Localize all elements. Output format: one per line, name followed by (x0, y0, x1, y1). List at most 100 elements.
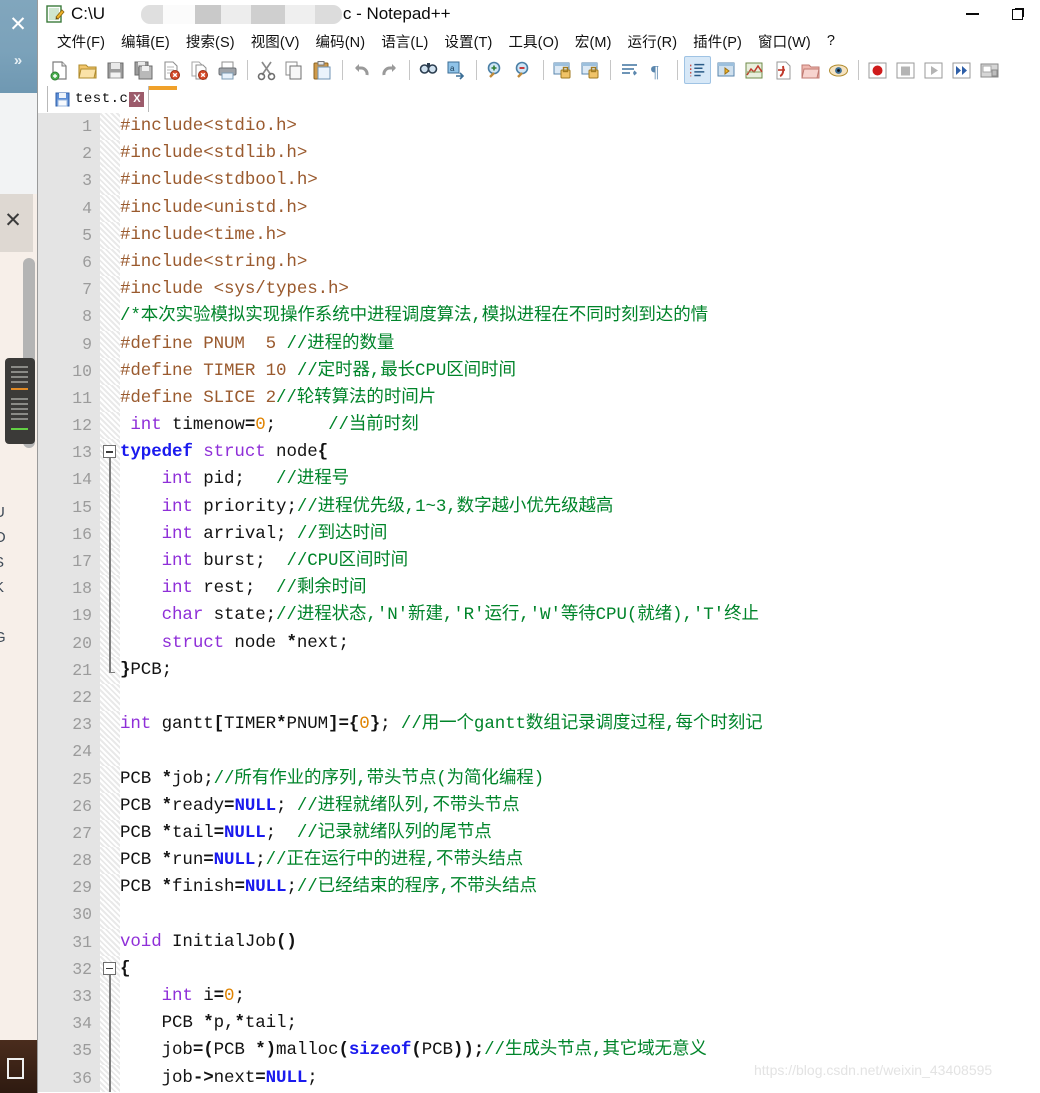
copy-icon[interactable] (282, 57, 307, 83)
background-chevron-right-icon[interactable]: » (5, 52, 31, 70)
sync-vertical-scroll-icon[interactable] (550, 57, 575, 83)
fold-collapse-icon[interactable] (103, 961, 116, 975)
fold-margin[interactable] (100, 248, 120, 277)
fold-margin[interactable] (100, 303, 120, 331)
code-line[interactable]: 26 PCB *ready=NULL; //进程就绪队列,不带头节点 (38, 792, 1040, 820)
background-grey-close-icon[interactable]: ✕ (1, 209, 25, 233)
fold-margin[interactable] (100, 466, 120, 494)
code-line[interactable]: 29 PCB *finish=NULL;//已经结束的程序,不带头结点 (38, 874, 1040, 902)
save-icon[interactable] (103, 57, 128, 83)
fold-margin[interactable] (100, 140, 120, 168)
code-line[interactable]: 24 (38, 738, 1040, 766)
code-line[interactable]: 15 int priority;//进程优先级,1~3,数字越小优先级越高 (38, 493, 1040, 521)
fold-margin[interactable] (100, 629, 120, 657)
word-wrap-icon[interactable] (617, 57, 642, 83)
menu-language[interactable]: 语言(L) (373, 29, 436, 54)
show-all-characters-icon[interactable]: ¶ (645, 57, 670, 83)
macro-record-icon[interactable] (865, 57, 890, 83)
fold-margin[interactable] (100, 711, 120, 739)
menu-settings[interactable]: 设置(T) (436, 29, 500, 54)
code-line[interactable]: 18 int rest; //剩余时间 (38, 575, 1040, 603)
code-line[interactable]: 2 #include<stdlib.h> (38, 140, 1040, 168)
code-line[interactable]: 23 int gantt[TIMER*PNUM]={0}; //用一个gantt数… (38, 711, 1040, 739)
fold-margin[interactable] (100, 928, 120, 956)
replace-icon[interactable]: a (444, 57, 469, 83)
cut-icon[interactable] (254, 57, 279, 83)
code-line[interactable]: 7 #include <sys/types.h> (38, 276, 1040, 304)
zoom-out-icon[interactable] (511, 57, 536, 83)
fold-margin[interactable] (100, 276, 120, 304)
code-line[interactable]: 5 #include<time.h> (38, 221, 1040, 249)
fold-margin[interactable] (100, 221, 120, 249)
menu-view[interactable]: 视图(V) (243, 29, 308, 54)
code-line[interactable]: 14 int pid; //进程号 (38, 466, 1040, 494)
code-line[interactable]: 33 int i=0; (38, 983, 1040, 1011)
fold-margin[interactable] (100, 194, 120, 222)
fold-margin[interactable] (100, 901, 120, 929)
menu-macro[interactable]: 宏(M) (567, 29, 620, 54)
fold-margin[interactable] (100, 765, 120, 793)
function-list-icon[interactable] (770, 57, 795, 83)
fold-margin[interactable] (100, 575, 120, 603)
sync-horizontal-scroll-icon[interactable] (578, 57, 603, 83)
fold-margin[interactable] (100, 548, 120, 576)
close-file-icon[interactable] (159, 57, 184, 83)
menu-help[interactable]: ? (819, 31, 843, 51)
user-defined-language-icon[interactable] (714, 57, 739, 83)
code-line[interactable]: 22 (38, 683, 1040, 712)
tab-test-c[interactable]: test.c X (47, 86, 150, 112)
fold-margin[interactable] (100, 330, 120, 358)
code-line[interactable]: 25 PCB *job;//所有作业的序列,带头节点(为简化编程) (38, 765, 1040, 793)
open-file-icon[interactable] (75, 57, 100, 83)
redo-icon[interactable] (377, 57, 402, 83)
menu-encoding[interactable]: 编码(N) (308, 29, 374, 54)
menu-tools[interactable]: 工具(O) (500, 29, 566, 54)
code-line[interactable]: 34 PCB *p,*tail; (38, 1010, 1040, 1038)
menu-plugins[interactable]: 插件(P) (685, 29, 750, 54)
fold-margin[interactable] (100, 874, 120, 902)
menu-search[interactable]: 搜索(S) (178, 29, 243, 54)
new-file-icon[interactable] (47, 57, 72, 83)
macro-run-multiple-icon[interactable] (949, 57, 974, 83)
fold-margin[interactable] (100, 792, 120, 820)
fold-margin[interactable] (100, 1064, 120, 1092)
fold-margin[interactable] (100, 493, 120, 521)
fold-margin[interactable] (100, 357, 120, 385)
code-line[interactable]: 32 { (38, 955, 1040, 984)
code-line[interactable]: 9 #define PNUM 5 //进程的数量 (38, 330, 1040, 358)
close-all-icon[interactable] (187, 57, 212, 83)
fold-margin[interactable] (100, 847, 120, 875)
fold-margin[interactable] (100, 955, 120, 984)
code-line[interactable]: 27 PCB *tail=NULL; //记录就绪队列的尾节点 (38, 819, 1040, 848)
fold-margin[interactable] (100, 167, 120, 195)
code-line[interactable]: 16 int arrival; //到达时间 (38, 520, 1040, 548)
code-line[interactable]: 6 #include<string.h> (38, 248, 1040, 277)
fold-margin[interactable] (100, 983, 120, 1011)
fold-margin[interactable] (100, 1037, 120, 1065)
fold-margin[interactable] (100, 412, 120, 440)
indent-guide-icon[interactable] (684, 56, 711, 84)
code-line[interactable]: 12 int timenow=0; //当前时刻 (38, 412, 1040, 440)
paste-icon[interactable] (310, 57, 335, 83)
code-line[interactable]: 31 void InitialJob() (38, 928, 1040, 956)
code-line[interactable]: 20 struct node *next; (38, 629, 1040, 657)
macro-stop-icon[interactable] (893, 57, 918, 83)
zoom-in-icon[interactable] (483, 57, 508, 83)
background-close-icon[interactable]: ✕ (6, 13, 30, 37)
fold-margin[interactable] (100, 819, 120, 848)
code-line[interactable]: 19 char state;//进程状态,'N'新建,'R'运行,'W'等待CP… (38, 602, 1040, 630)
fold-margin[interactable] (100, 656, 120, 684)
menu-edit[interactable]: 编辑(E) (113, 29, 178, 54)
code-line[interactable]: 30 (38, 901, 1040, 929)
fold-margin[interactable] (100, 683, 120, 712)
fold-collapse-icon[interactable] (103, 445, 116, 459)
fold-margin[interactable] (100, 738, 120, 766)
code-line[interactable]: 10 #define TIMER 10 //定时器,最长CPU区间时间 (38, 357, 1040, 385)
menu-file[interactable]: 文件(F) (49, 29, 113, 54)
fold-margin[interactable] (100, 602, 120, 630)
document-map-icon[interactable] (742, 57, 767, 83)
code-editor[interactable]: 1 #include<stdio.h> 2 #include<stdlib.h> 3 #i… (38, 113, 1040, 1093)
save-all-icon[interactable] (131, 57, 156, 83)
tab-close-icon[interactable]: X (129, 91, 145, 107)
print-icon[interactable] (215, 57, 240, 83)
